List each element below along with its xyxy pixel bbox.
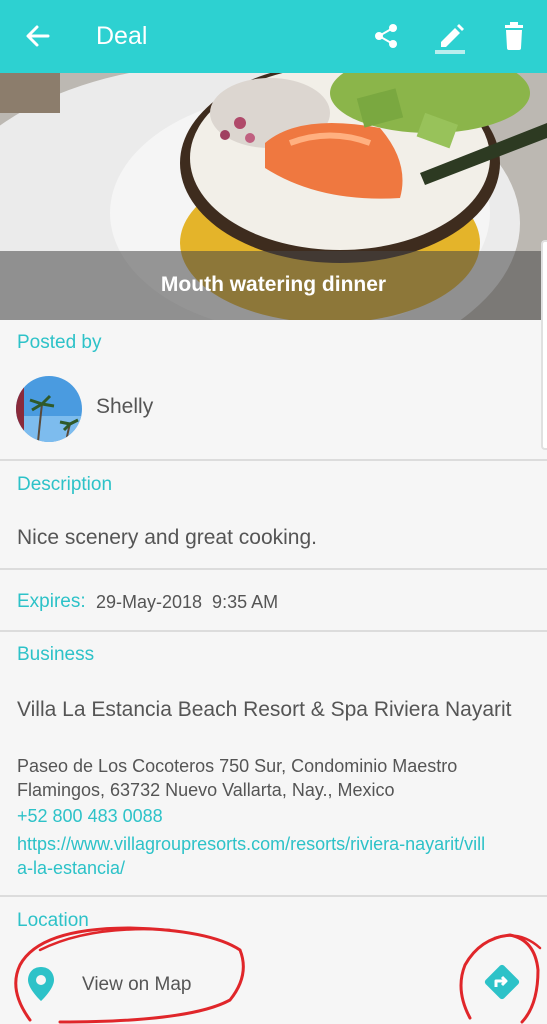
scroll-handle[interactable] [541,240,547,450]
trash-icon [505,22,523,50]
divider [0,895,547,897]
location-pin-icon [28,967,54,1001]
description-text: Nice scenery and great cooking. [17,526,317,549]
business-url-link[interactable]: https://www.villagroupresorts.com/resort… [17,832,487,880]
description-label: Description [17,474,113,495]
divider [0,630,547,632]
business-name: Villa La Estancia Beach Resort & Spa Riv… [17,698,512,721]
back-button[interactable] [20,18,56,54]
view-on-map-button[interactable] [24,960,58,1010]
avatar-image [16,376,82,442]
expires-label: Expires: [17,591,86,612]
directions-button[interactable] [482,962,522,1002]
directions-icon [484,964,520,1000]
divider [0,459,547,461]
pencil-icon [435,24,465,54]
avatar[interactable] [16,376,82,442]
business-address: Paseo de Los Cocoteros 750 Sur, Condomin… [17,756,458,800]
app-bar: Deal [0,0,547,73]
location-label: Location [17,910,89,931]
posted-by-label: Posted by [17,332,102,353]
business-label: Business [17,644,95,665]
edit-button[interactable] [430,16,470,56]
deal-photo: Mouth watering dinner [0,73,547,320]
arrow-back-icon [26,25,50,47]
delete-button[interactable] [494,16,534,56]
expires-value: 29-May-2018 9:35 AM [96,592,279,612]
view-on-map-label[interactable]: View on Map [82,974,192,996]
divider [0,568,547,570]
business-phone-link[interactable]: +52 800 483 0088 [17,806,163,827]
share-icon [375,24,397,48]
page-title: Deal [96,22,148,50]
share-button[interactable] [366,16,406,56]
poster-name: Shelly [96,395,154,418]
photo-caption: Mouth watering dinner [160,273,387,296]
